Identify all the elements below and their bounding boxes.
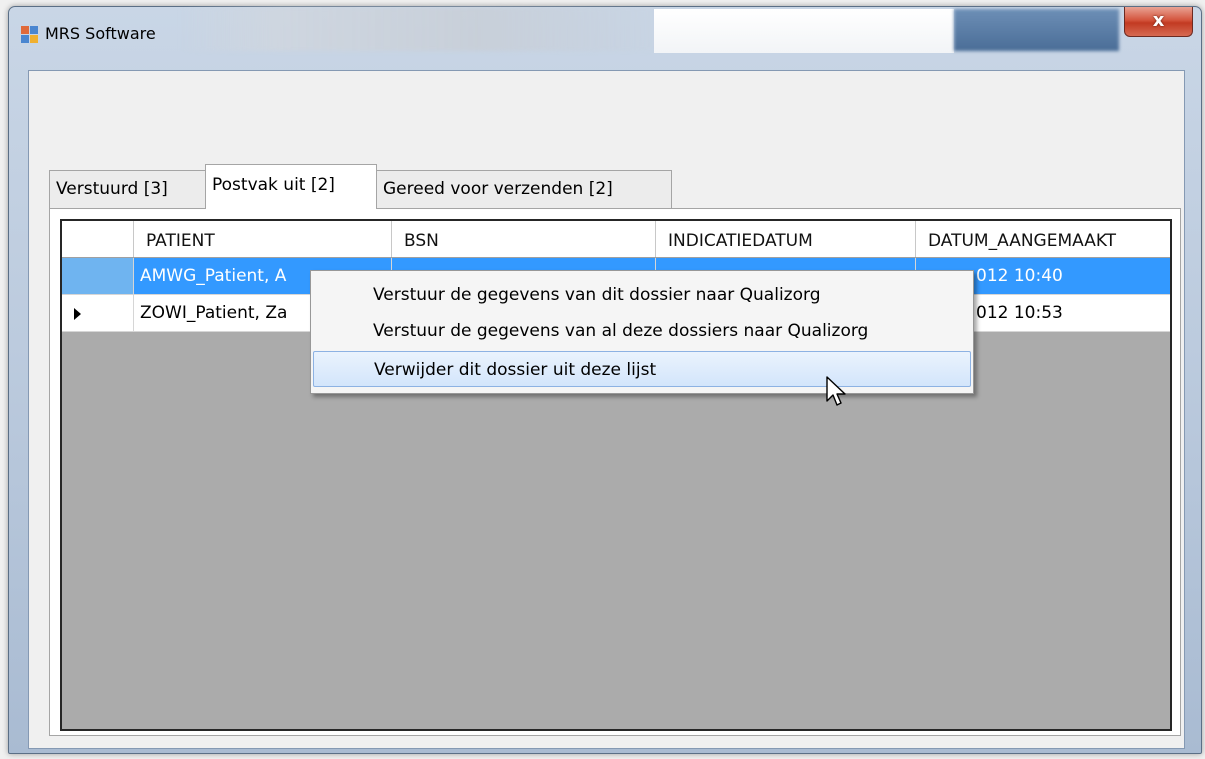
column-header-indicatiedatum[interactable]: INDICATIEDATUM [656,221,916,257]
client-area: Verstuurd [3] Postvak uit [2] Gereed voo… [28,70,1185,749]
menu-item-send-all-dossiers[interactable]: Verstuur de gegevens van al deze dossier… [313,313,971,349]
row-header[interactable] [62,258,134,295]
tab-strip: Verstuurd [3] Postvak uit [2] Gereed voo… [29,164,1184,209]
title-bar[interactable]: MRS Software x [9,7,1201,59]
tab-gereed-voor-verzenden[interactable]: Gereed voor verzenden [2] [376,170,672,209]
column-header-patient[interactable]: PATIENT [134,221,392,257]
menu-item-send-this-dossier[interactable]: Verstuur de gegevens van dit dossier naa… [313,277,971,313]
app-icon [21,26,38,43]
column-header-datum-aangemaakt[interactable]: DATUM_AANGEMAAKT [916,221,1170,257]
background-window-area [654,9,954,53]
blurred-background [179,7,679,51]
window-title: MRS Software [45,24,156,43]
column-header-bsn[interactable]: BSN [392,221,656,257]
current-row-arrow-icon [74,308,81,320]
row-header[interactable] [62,295,134,332]
close-icon: x [1152,10,1165,31]
grid-header: PATIENT BSN INDICATIEDATUM DATUM_AANGEMA… [62,221,1170,258]
close-button[interactable]: x [1124,7,1193,37]
background-window-area-blue [954,9,1119,51]
mouse-pointer-icon [826,376,846,406]
tab-postvak-uit[interactable]: Postvak uit [2] [205,164,377,209]
row-header-corner [62,221,134,257]
menu-item-remove-dossier[interactable]: Verwijder dit dossier uit deze lijst [313,351,971,387]
tab-verstuurd[interactable]: Verstuurd [3] [49,170,207,209]
context-menu: Verstuur de gegevens van dit dossier naa… [310,270,974,394]
